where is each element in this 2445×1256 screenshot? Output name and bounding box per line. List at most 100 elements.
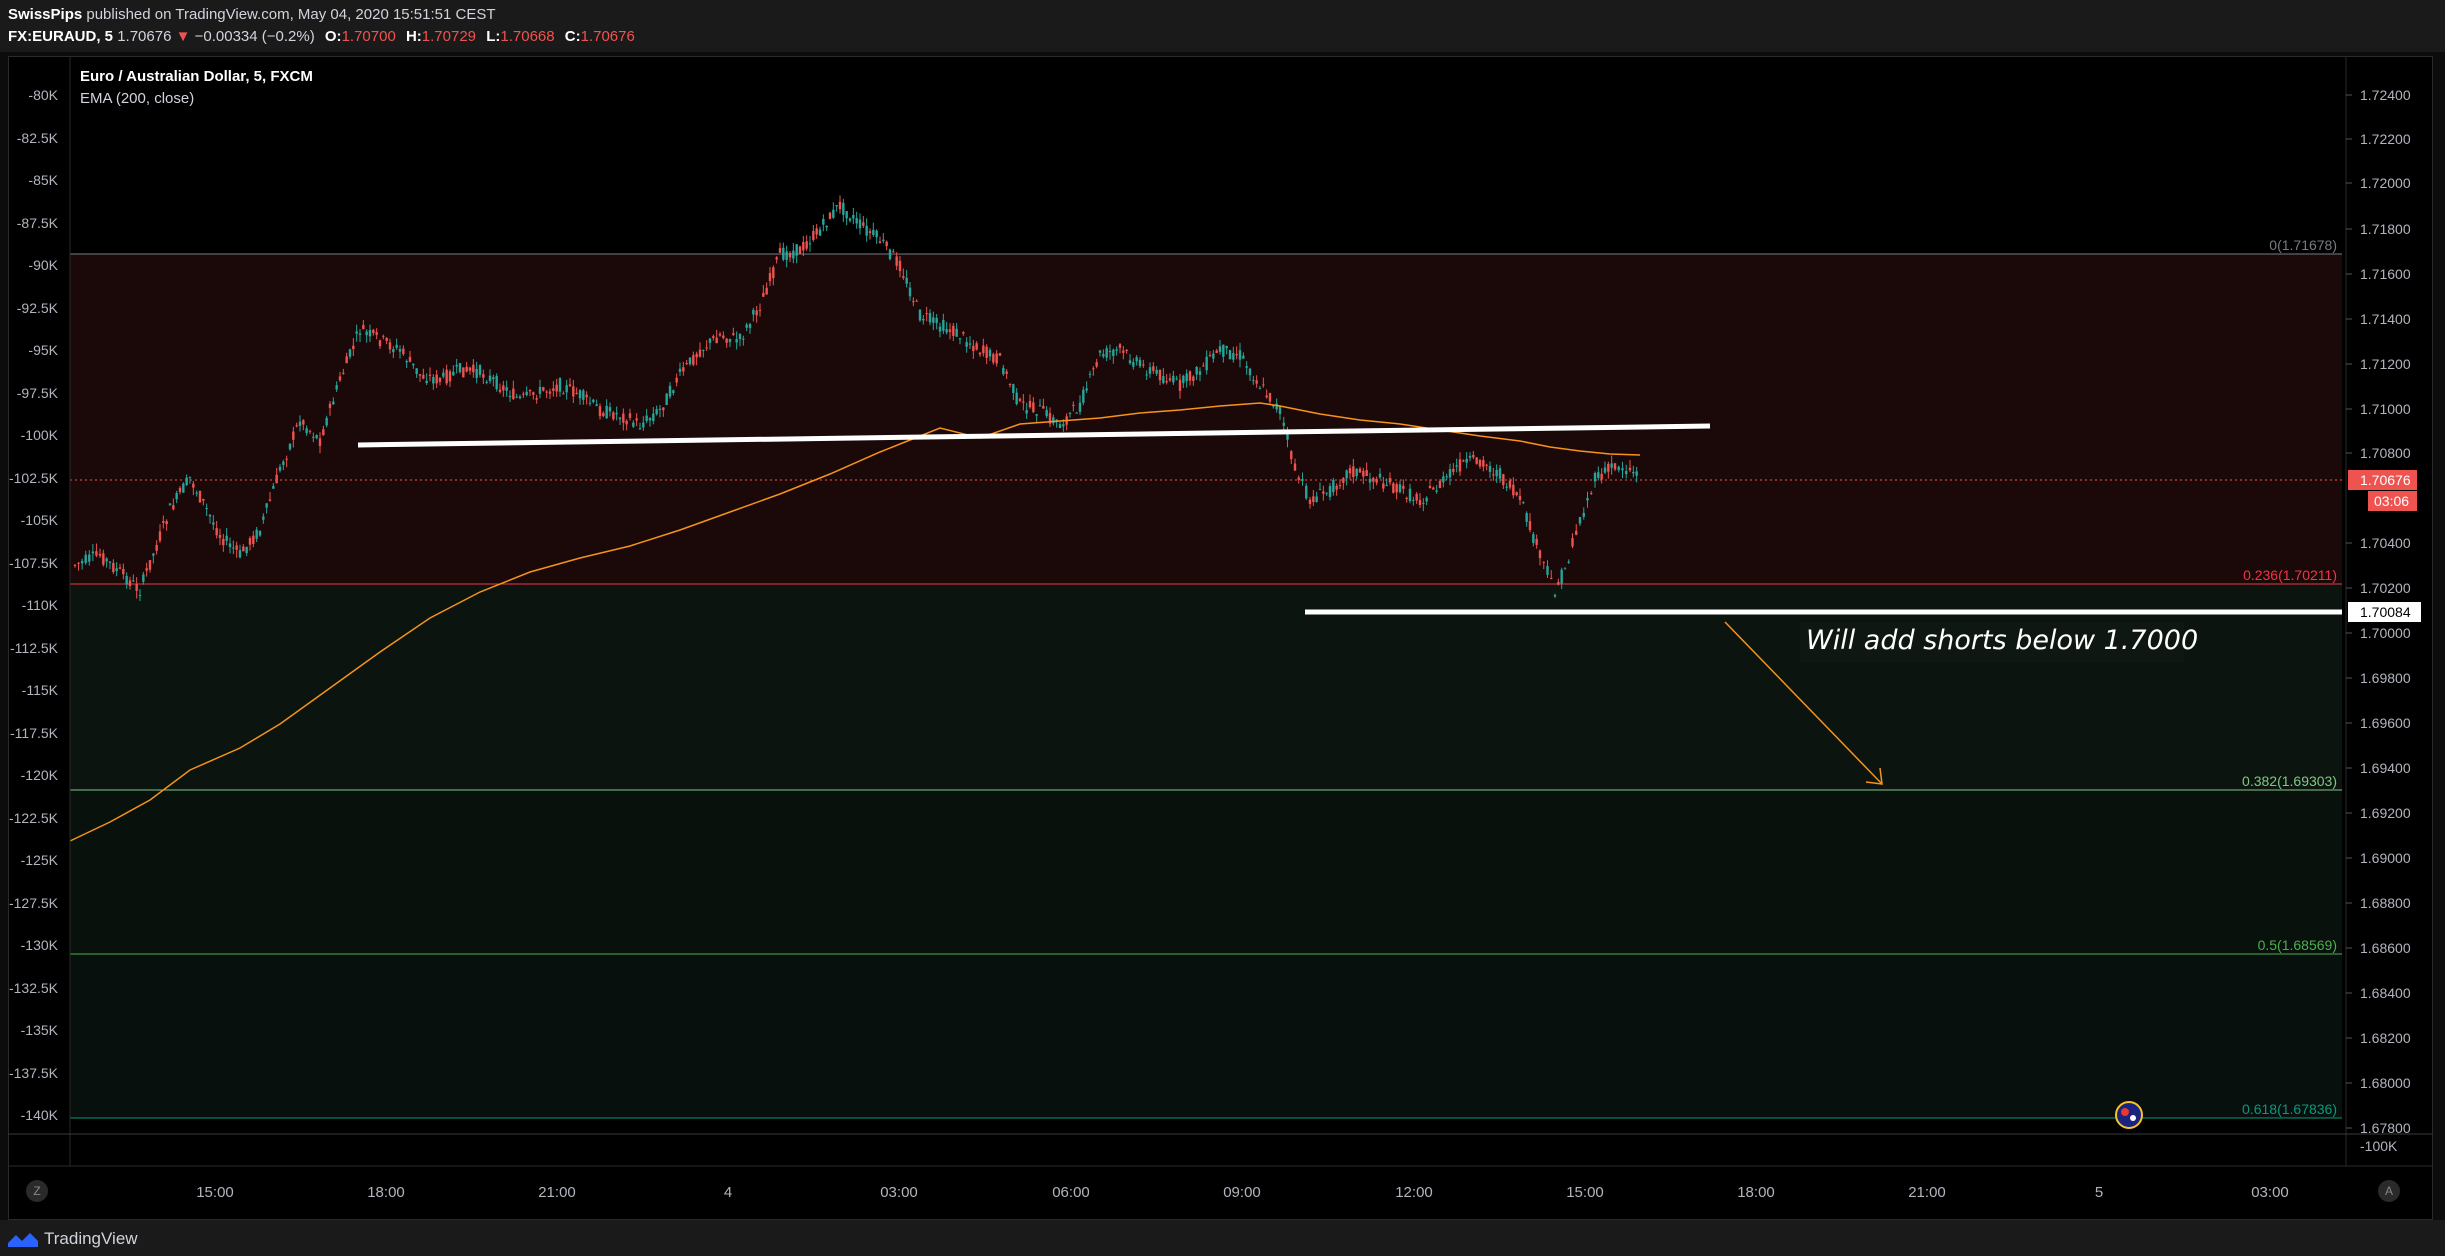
time-label: 18:00 <box>1737 1184 1775 1201</box>
fib-label-0236: 0.236(1.70211) <box>2243 567 2337 583</box>
candle-body <box>1158 370 1162 381</box>
candle-body <box>542 387 545 391</box>
candle-body <box>215 528 218 536</box>
candle-body <box>338 376 342 381</box>
candle-body <box>1368 478 1372 483</box>
candle-body <box>448 371 452 382</box>
series-title[interactable]: Euro / Australian Dollar, 5, FXCM <box>80 66 313 88</box>
candle-body <box>728 338 732 343</box>
candle-body <box>698 349 702 357</box>
candle-body <box>405 361 408 363</box>
left-scale-label: -112.5K <box>10 640 59 656</box>
candle-body <box>1032 402 1035 413</box>
candle-body <box>1485 464 1488 466</box>
candle-body <box>135 583 138 591</box>
candle-body <box>1115 349 1118 351</box>
left-scale-label: -110K <box>22 597 59 613</box>
indicator-label[interactable]: EMA (200, close) <box>80 88 313 110</box>
candle-body <box>502 385 505 391</box>
log-scale-toggle[interactable]: Z <box>26 1180 48 1202</box>
time-axis[interactable]: 15:00 18:00 21:00 4 03:00 06:00 09:00 12… <box>196 1184 2289 1201</box>
candle-body <box>212 522 215 525</box>
candle-body <box>84 554 87 563</box>
candle-body <box>628 413 632 418</box>
candle-body <box>505 387 508 391</box>
candle-body <box>1628 467 1632 471</box>
tradingview-logo-icon <box>8 1233 38 1247</box>
candle-body <box>1122 350 1125 353</box>
candle-body <box>1372 477 1375 482</box>
candle-body <box>225 535 228 541</box>
candle-body <box>782 247 785 260</box>
fib-label-05: 0.5(1.68569) <box>2258 937 2337 953</box>
candle-body <box>1005 371 1008 374</box>
right-bottom-scale-label: -100K <box>2360 1138 2398 1154</box>
candle-body <box>285 458 288 460</box>
earnings-flag-icon[interactable] <box>2115 1101 2143 1129</box>
candle-body <box>945 328 948 333</box>
chart-canvas[interactable]: 0(1.71678) 0.236(1.70211) 0.382(1.69303)… <box>0 0 2445 1220</box>
auto-scale-toggle[interactable]: A <box>2378 1180 2400 1202</box>
candle-body <box>508 395 512 398</box>
candle-body <box>208 514 212 517</box>
candle-body <box>895 256 898 266</box>
candle-body <box>1218 346 1222 352</box>
candle-body <box>1600 473 1603 480</box>
candle-body <box>1402 485 1405 489</box>
candle-body <box>982 345 985 354</box>
candle-body <box>732 333 735 335</box>
support-price-tag-text: 1.70084 <box>2360 604 2411 620</box>
candle-body <box>1035 414 1038 416</box>
candle-body <box>1422 503 1425 505</box>
candle-body <box>1345 470 1348 479</box>
left-scale-label: -100K <box>21 427 59 443</box>
candle-body <box>1538 550 1542 559</box>
candle-body <box>688 357 692 365</box>
candle-body <box>752 309 755 315</box>
candle-body <box>238 550 242 558</box>
candle-body <box>1448 469 1452 478</box>
candle-body <box>1112 349 1115 356</box>
candle-body <box>1617 466 1620 471</box>
candle-body <box>1582 512 1585 517</box>
candle-body <box>802 242 805 251</box>
candle-body <box>858 219 862 229</box>
candle-body <box>452 371 455 376</box>
candle-body <box>1365 470 1368 476</box>
candle-body <box>362 324 365 330</box>
time-label: 5 <box>2095 1184 2103 1201</box>
candle-body <box>1593 473 1597 482</box>
candle-body <box>635 418 638 421</box>
candle-body <box>102 553 105 565</box>
price-label: 1.69400 <box>2360 760 2411 776</box>
candle-body <box>1325 492 1328 494</box>
candle-body <box>1297 477 1300 480</box>
candle-body <box>1525 513 1528 522</box>
tradingview-brand[interactable]: TradingView <box>8 1229 138 1249</box>
candle-body <box>1560 569 1563 584</box>
candle-body <box>655 409 658 415</box>
candle-body <box>1202 365 1205 367</box>
candle-body <box>1318 489 1322 491</box>
candle-body <box>1465 458 1468 463</box>
candle-body <box>1462 460 1465 462</box>
candle-body <box>1195 367 1198 375</box>
candle-body <box>808 243 812 245</box>
candle-body <box>672 390 675 393</box>
candle-body <box>132 580 135 582</box>
candle-body <box>412 363 415 366</box>
candle-body <box>142 574 145 582</box>
candle-body <box>358 333 362 335</box>
candle-body <box>418 374 422 376</box>
candle-body <box>615 412 618 415</box>
candle-body <box>882 239 885 241</box>
candle-body <box>292 431 295 440</box>
candle-body <box>1175 378 1178 380</box>
candle-body <box>565 385 568 393</box>
candle-body <box>595 404 598 407</box>
candle-body <box>868 231 872 234</box>
candle-body <box>722 335 725 339</box>
candle-body <box>1172 375 1175 383</box>
candle-body <box>1553 594 1557 597</box>
left-scale[interactable]: -80K -82.5K -85K -87.5K -90K -92.5K -95K… <box>9 87 59 1123</box>
